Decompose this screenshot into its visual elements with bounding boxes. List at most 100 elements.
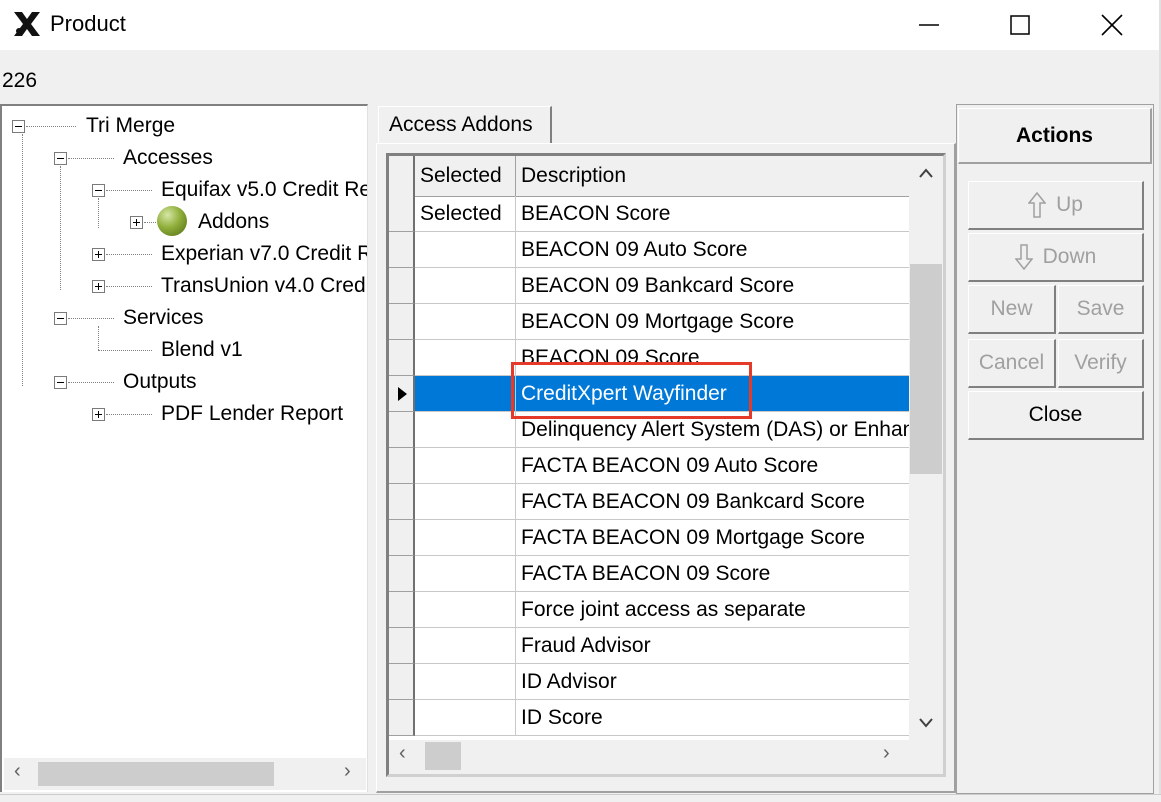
close-window-button[interactable] (1089, 0, 1135, 50)
cell-selected[interactable] (415, 448, 516, 484)
column-header-selected[interactable]: Selected (415, 156, 516, 196)
tree-item-experian[interactable]: Experian v7.0 Credit R (161, 242, 367, 266)
table-row[interactable]: FACTA BEACON 09 Score (389, 556, 909, 592)
scroll-up-button[interactable] (909, 156, 943, 190)
table-row[interactable]: FACTA BEACON 09 Bankcard Score (389, 484, 909, 520)
save-button[interactable]: Save (1058, 285, 1144, 334)
collapse-icon[interactable] (12, 120, 25, 133)
row-selector[interactable] (389, 304, 415, 340)
row-selector[interactable] (389, 268, 415, 304)
table-row[interactable]: BEACON 09 Score (389, 340, 909, 376)
tree-item-accesses[interactable]: Accesses (123, 146, 213, 170)
cell-selected[interactable] (415, 592, 516, 628)
expand-icon[interactable] (92, 408, 105, 421)
close-button[interactable]: Close (968, 391, 1144, 440)
row-selector[interactable] (389, 556, 415, 592)
grid-horizontal-scrollbar[interactable]: ‹ › (389, 740, 943, 774)
table-row[interactable]: ID Score (389, 700, 909, 736)
scroll-left-icon[interactable]: ‹ (399, 742, 406, 765)
row-selector[interactable] (389, 700, 415, 736)
table-row[interactable]: FACTA BEACON 09 Mortgage Score (389, 520, 909, 556)
cell-selected[interactable] (415, 412, 516, 448)
row-selector[interactable] (389, 448, 415, 484)
cell-selected[interactable] (415, 484, 516, 520)
tree-horizontal-scrollbar[interactable]: ‹ › (4, 758, 366, 790)
table-row[interactable]: BEACON 09 Auto Score (389, 232, 909, 268)
cell-description[interactable]: ID Score (516, 700, 909, 736)
row-selector[interactable] (389, 484, 415, 520)
up-button[interactable]: Up (968, 181, 1144, 230)
cell-description[interactable]: FACTA BEACON 09 Score (516, 556, 909, 592)
collapse-icon[interactable] (54, 312, 67, 325)
tree-item-blend[interactable]: Blend v1 (161, 338, 243, 362)
table-row[interactable]: Delinquency Alert System (DAS) or Enhanc… (389, 412, 909, 448)
cell-selected[interactable] (415, 664, 516, 700)
scroll-left-icon[interactable]: ‹ (14, 760, 21, 783)
table-row[interactable]: Fraud Advisor (389, 628, 909, 664)
cell-selected[interactable] (415, 628, 516, 664)
cell-description[interactable]: FACTA BEACON 09 Mortgage Score (516, 520, 909, 556)
cell-selected[interactable] (415, 268, 516, 304)
table-row[interactable]: BEACON 09 Bankcard Score (389, 268, 909, 304)
scroll-right-icon[interactable]: › (883, 742, 890, 765)
tree-item-tri-merge[interactable]: Tri Merge (86, 114, 175, 138)
tree-item-services[interactable]: Services (123, 306, 204, 330)
row-selector[interactable] (389, 628, 415, 664)
down-button[interactable]: Down (968, 233, 1144, 282)
row-selector[interactable] (389, 520, 415, 556)
cell-description[interactable]: FACTA BEACON 09 Auto Score (516, 448, 909, 484)
cell-selected[interactable] (415, 700, 516, 736)
scroll-down-button[interactable] (909, 706, 943, 740)
grid-vertical-scrollbar[interactable] (909, 156, 943, 740)
cell-description[interactable]: BEACON 09 Auto Score (516, 232, 909, 268)
tree-item-pdf-lender-report[interactable]: PDF Lender Report (161, 402, 343, 426)
cell-description[interactable]: BEACON 09 Score (516, 340, 909, 376)
cell-description[interactable]: Delinquency Alert System (DAS) or Enhanc… (516, 412, 909, 448)
cell-selected[interactable] (415, 520, 516, 556)
row-selector[interactable] (389, 232, 415, 268)
cell-description[interactable]: CreditXpert Wayfinder (516, 376, 909, 412)
scroll-right-icon[interactable]: › (344, 760, 351, 783)
product-tree[interactable]: Tri Merge Accesses Equifax v5.0 Credit R… (0, 104, 368, 792)
scroll-thumb[interactable] (910, 264, 942, 474)
expand-icon[interactable] (92, 280, 105, 293)
table-row[interactable]: ID Advisor (389, 664, 909, 700)
verify-button[interactable]: Verify (1058, 339, 1144, 388)
collapse-icon[interactable] (54, 376, 67, 389)
row-selector[interactable] (389, 664, 415, 700)
expand-icon[interactable] (130, 216, 143, 229)
cancel-button[interactable]: Cancel (968, 339, 1056, 388)
tree-item-addons[interactable]: Addons (198, 210, 269, 234)
cell-description[interactable]: BEACON Score (516, 196, 909, 232)
column-header-description[interactable]: Description (516, 156, 909, 196)
minimize-button[interactable] (906, 0, 952, 50)
scroll-thumb[interactable] (38, 762, 274, 786)
collapse-icon[interactable] (92, 184, 105, 197)
scroll-thumb[interactable] (425, 742, 461, 770)
tree-item-transunion[interactable]: TransUnion v4.0 Cred (161, 274, 366, 298)
cell-selected[interactable] (415, 304, 516, 340)
table-row[interactable]: FACTA BEACON 09 Auto Score (389, 448, 909, 484)
table-row[interactable]: CreditXpert Wayfinder (389, 376, 909, 412)
cell-description[interactable]: Fraud Advisor (516, 628, 909, 664)
table-row[interactable]: Selected BEACON Score (389, 196, 909, 232)
cell-selected[interactable]: Selected (415, 196, 516, 232)
tree-item-equifax[interactable]: Equifax v5.0 Credit Re (161, 178, 367, 202)
cell-description[interactable]: Force joint access as separate (516, 592, 909, 628)
cell-selected[interactable] (415, 376, 516, 412)
row-selector[interactable] (389, 412, 415, 448)
row-selector[interactable] (389, 196, 415, 232)
tab-access-addons[interactable]: Access Addons (378, 106, 552, 144)
expand-icon[interactable] (92, 248, 105, 261)
row-selector[interactable] (389, 340, 415, 376)
row-selector[interactable] (389, 376, 415, 412)
maximize-button[interactable] (997, 0, 1043, 50)
addons-grid[interactable]: Selected Description Selected BEACON Scor… (386, 153, 946, 777)
table-row[interactable]: Force joint access as separate (389, 592, 909, 628)
new-button[interactable]: New (968, 285, 1056, 334)
row-selector[interactable] (389, 592, 415, 628)
cell-selected[interactable] (415, 556, 516, 592)
cell-description[interactable]: ID Advisor (516, 664, 909, 700)
collapse-icon[interactable] (54, 152, 67, 165)
cell-selected[interactable] (415, 232, 516, 268)
